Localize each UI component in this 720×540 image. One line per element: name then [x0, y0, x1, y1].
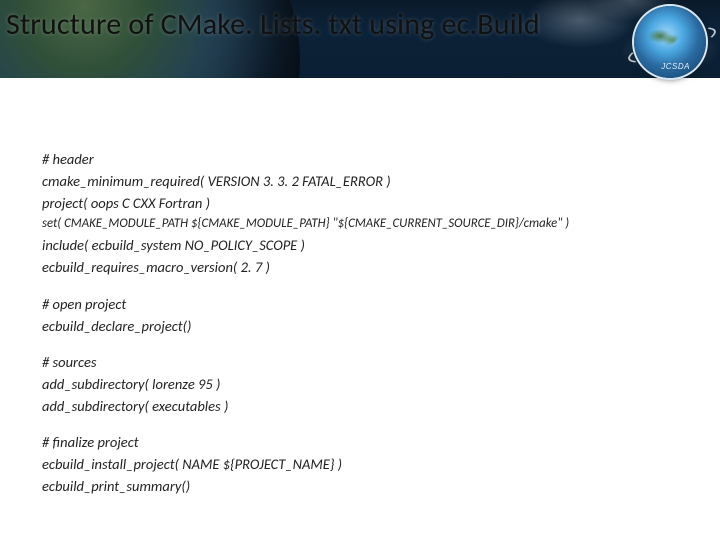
code-line: project( oops C CXX Fortran ) [42, 194, 700, 213]
slide-title: Structure of CMake. Lists. txt using ec.… [6, 6, 630, 43]
code-block: # header cmake_minimum_required( VERSION… [42, 150, 700, 500]
code-line: add_subdirectory( executables ) [42, 397, 700, 416]
code-line: ecbuild_declare_project() [42, 317, 700, 336]
code-comment: # open project [42, 295, 700, 314]
slide: Structure of CMake. Lists. txt using ec.… [0, 0, 720, 540]
logo-caption: JCSDA [661, 62, 690, 71]
code-line: ecbuild_requires_macro_version( 2. 7 ) [42, 258, 700, 277]
code-comment: # sources [42, 353, 700, 372]
code-line: set( CMAKE_MODULE_PATH ${CMAKE_MODULE_PA… [42, 216, 700, 233]
code-line: add_subdirectory( lorenze 95 ) [42, 375, 700, 394]
code-comment: # header [42, 150, 700, 169]
code-line: ecbuild_install_project( NAME ${PROJECT_… [42, 455, 700, 474]
code-line: include( ecbuild_system NO_POLICY_SCOPE … [42, 236, 700, 255]
code-line: ecbuild_print_summary() [42, 477, 700, 496]
code-comment: # finalize project [42, 433, 700, 452]
code-line: cmake_minimum_required( VERSION 3. 3. 2 … [42, 172, 700, 191]
